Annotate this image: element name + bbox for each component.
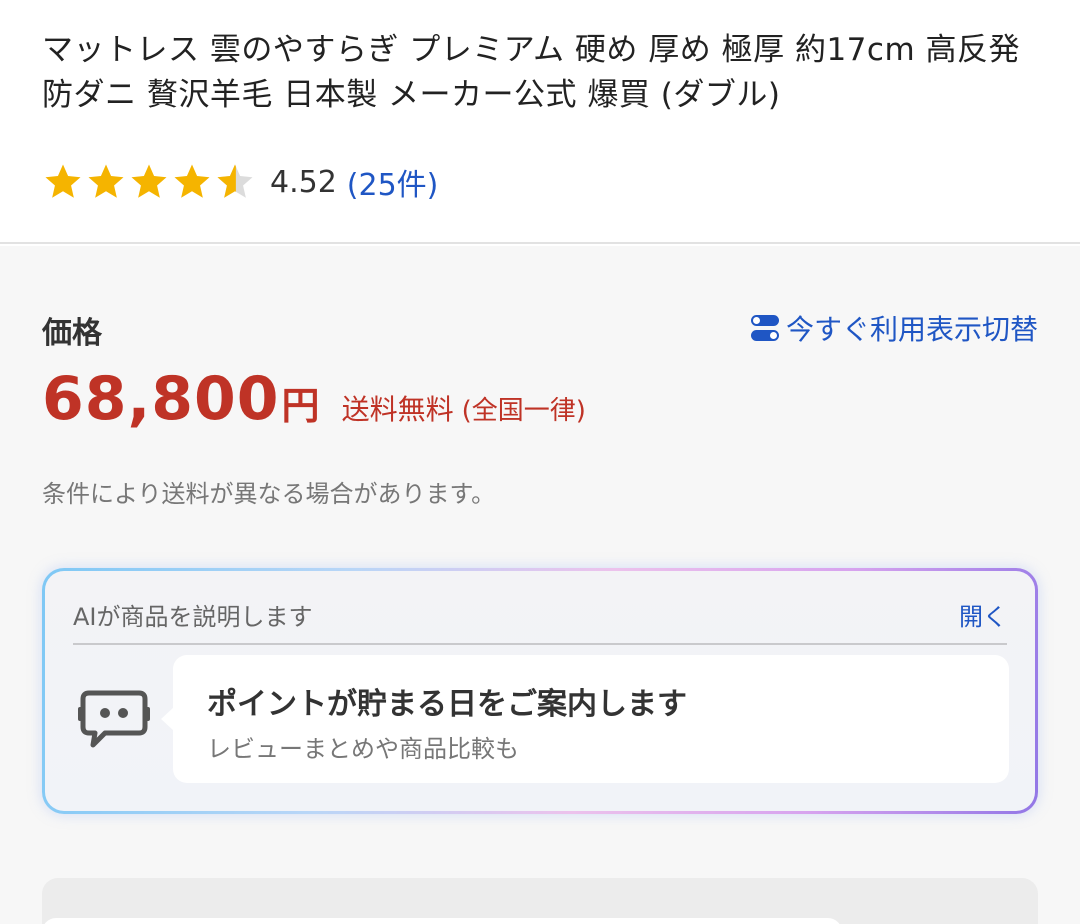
price-unit: 円 xyxy=(281,384,320,428)
product-title: マットレス 雲のやすらぎ プレミアム 硬め 厚め 極厚 約17cm 高反発 防ダ… xyxy=(42,32,1020,113)
shipping-label: 送料無料 xyxy=(341,393,454,426)
shipping-condition-note: 条件により送料が異なる場合があります。 xyxy=(42,480,496,508)
rating-stars xyxy=(42,161,256,203)
rating-row[interactable]: 4.52 (25件) xyxy=(42,160,438,204)
shipping-note: (全国一律) xyxy=(461,396,586,426)
star-icon xyxy=(88,164,124,198)
price-amount: 68,800 xyxy=(42,364,280,434)
review-count-link[interactable]: (25件) xyxy=(347,160,439,204)
chat-bot-icon xyxy=(77,687,151,753)
next-section-inner xyxy=(42,918,842,924)
next-section-card xyxy=(42,878,1038,924)
ai-open-button[interactable]: 開く xyxy=(959,597,1007,632)
toggle-label: 今すぐ利用表示切替 xyxy=(785,313,1038,346)
ai-message-subtitle: レビューまとめや商品比較も xyxy=(207,735,519,763)
price-section: 価格 今すぐ利用表示切替 68,800 円 送料無料 (全国一律) 条件により送… xyxy=(0,246,1080,924)
star-icon xyxy=(174,164,210,198)
price-label: 価格 xyxy=(42,316,102,351)
ai-card-inner: AIが商品を説明します 開く ポイントが貯まる日をご案内します レビューまとめや… xyxy=(45,571,1035,811)
toggle-icon xyxy=(750,315,779,341)
star-icon xyxy=(131,164,167,198)
rating-value: 4.52 xyxy=(270,164,337,200)
ai-description-card[interactable]: AIが商品を説明します 開く ポイントが貯まる日をご案内します レビューまとめや… xyxy=(42,568,1038,814)
star-icon xyxy=(45,164,81,198)
price-row: 68,800 円 送料無料 (全国一律) xyxy=(42,364,586,434)
product-header: マットレス 雲のやすらぎ プレミアム 硬め 厚め 極厚 約17cm 高反発 防ダ… xyxy=(0,0,1080,244)
ai-message-title: ポイントが貯まる日をご案内します xyxy=(207,687,687,722)
ai-card-header: AIが商品を説明します xyxy=(73,603,313,631)
ai-message-bubble[interactable]: ポイントが貯まる日をご案内します レビューまとめや商品比較も xyxy=(161,655,1009,783)
instant-use-toggle-link[interactable]: 今すぐ利用表示切替 xyxy=(748,308,1038,348)
divider xyxy=(73,643,1007,645)
half-star-icon xyxy=(217,164,253,198)
